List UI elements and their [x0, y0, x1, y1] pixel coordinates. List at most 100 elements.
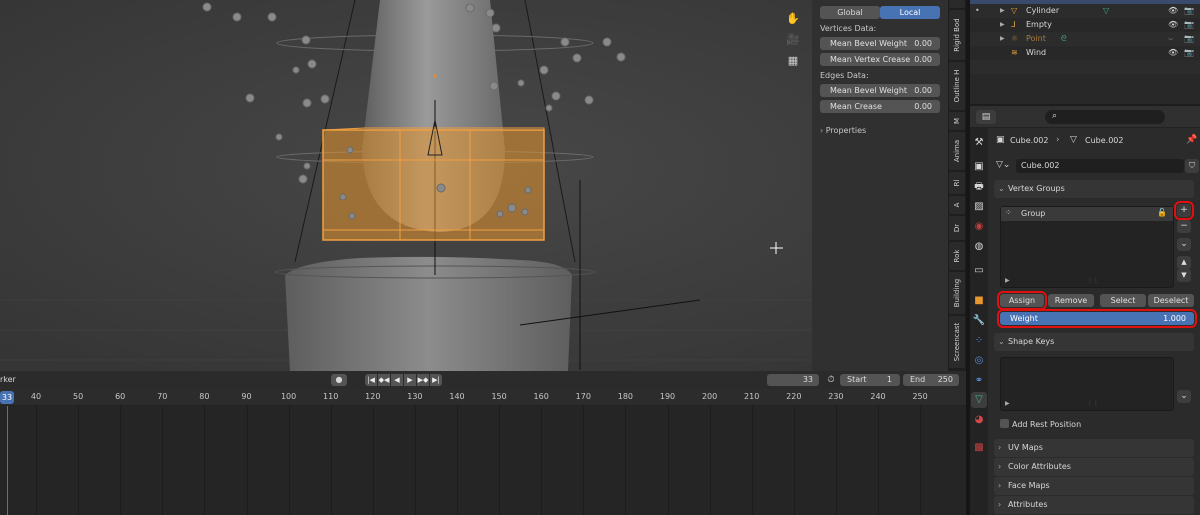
eye-icon[interactable]: 👁 — [1168, 18, 1178, 32]
edge-mean-bevel-weight-field[interactable]: Mean Bevel Weight 0.00 — [820, 84, 940, 97]
remove-button[interactable]: Remove — [1048, 294, 1094, 307]
jump-end-button[interactable]: ▶| — [430, 374, 442, 386]
outliner-item-point[interactable]: ▶ ☼ Point ᘓ ⌣ 📷 — [970, 32, 1200, 46]
tool-icon[interactable]: ⚒ — [971, 135, 987, 151]
keyframe-record-button[interactable]: ● — [331, 374, 347, 386]
vertex-group-row[interactable]: ⁘ Group 🔓 — [1001, 207, 1173, 221]
3d-viewport[interactable]: ✋ 🎥 ▦ Global Local Vertices Data: Mean B… — [0, 0, 948, 371]
shape-keys-panel-header[interactable]: ⌄ Shape Keys — [994, 333, 1194, 351]
resize-grip-icon[interactable]: ⋮⋮ — [1087, 277, 1099, 284]
uv-maps-panel-header[interactable]: › UV Maps — [994, 439, 1194, 457]
camera-render-icon[interactable]: 📷 — [1184, 18, 1194, 32]
eye-icon[interactable]: 👁 — [1168, 46, 1178, 60]
editor-type-icon[interactable]: ▤ — [976, 110, 996, 124]
output-icon[interactable]: 🖶 — [971, 179, 987, 195]
color-attributes-panel-header[interactable]: › Color Attributes — [994, 458, 1194, 476]
tab-a[interactable]: A — [949, 196, 965, 214]
world-icon[interactable]: ◍ — [971, 239, 987, 255]
play-button[interactable]: ▶ — [404, 374, 416, 386]
list-expand-icon[interactable]: ▶ — [1005, 277, 1010, 284]
tab-rigid-body[interactable]: Rigid Bod — [949, 10, 965, 60]
eye-icon[interactable]: 👁 — [1168, 4, 1178, 18]
playhead-line[interactable] — [7, 406, 8, 515]
move-up-button[interactable]: ▲ — [1177, 256, 1191, 269]
camera-render-icon[interactable]: 📷 — [1184, 32, 1194, 46]
current-frame-field[interactable]: 33 — [767, 374, 819, 386]
material-icon[interactable]: ◕ — [971, 412, 987, 428]
collection-icon[interactable]: ▭ — [971, 263, 987, 279]
eye-closed-icon[interactable]: ⌣ — [1168, 32, 1173, 46]
view-layer-icon[interactable]: ▨ — [971, 199, 987, 215]
tab-m[interactable]: M — [949, 112, 965, 130]
render-icon[interactable]: ▣ — [971, 159, 987, 175]
play-reverse-button[interactable]: ◀ — [391, 374, 403, 386]
add-vertex-group-button[interactable]: + — [1174, 201, 1194, 220]
list-expand-icon[interactable]: ▶ — [1005, 400, 1010, 407]
outliner-item-wind[interactable]: ≋ Wind 👁 📷 — [970, 46, 1200, 60]
specials-menu-button[interactable]: ⌄ — [1177, 238, 1191, 251]
modifier-wrench-icon[interactable]: 🔧 — [971, 313, 987, 329]
deselect-button[interactable]: Deselect — [1148, 294, 1194, 307]
weight-slider[interactable]: Weight 1.000 — [997, 309, 1197, 328]
outliner-item-cylinder[interactable]: • ▶ ▽ Cylinder ▽ 👁 📷 — [970, 4, 1200, 18]
texture-icon[interactable]: ▩ — [971, 440, 987, 456]
physics-icon[interactable]: ◎ — [971, 353, 987, 369]
shape-keys-list[interactable]: ▶ ⋮⋮ — [1000, 357, 1174, 411]
add-rest-position-checkbox[interactable] — [1000, 419, 1009, 428]
tab-dr[interactable]: Dr — [949, 216, 965, 240]
mesh-name-field[interactable]: Cube.002 — [1016, 159, 1184, 173]
tab-top[interactable] — [949, 0, 965, 8]
pin-icon[interactable]: 📌 — [1186, 135, 1197, 145]
properties-subpanel[interactable]: › Properties — [820, 126, 866, 135]
tab-outline[interactable]: Outline H — [949, 62, 965, 110]
assign-button[interactable]: Assign — [997, 291, 1047, 310]
remove-vertex-group-button[interactable]: − — [1177, 220, 1191, 233]
pan-hand-icon[interactable]: ✋ — [785, 11, 801, 27]
marker-menu[interactable]: rker — [0, 375, 16, 384]
camera-render-icon[interactable]: 📷 — [1184, 4, 1194, 18]
face-maps-panel-header[interactable]: › Face Maps — [994, 477, 1194, 495]
timeline-ruler[interactable]: 40 50 60 70 80 90 100 110 120 130 140 150 160 170 180 1… — [0, 389, 966, 406]
mean-crease-field[interactable]: Mean Crease 0.00 — [820, 100, 940, 113]
vertex-group-list[interactable]: ⁘ Group 🔓 ▶ ⋮⋮ — [1000, 206, 1174, 288]
camera-render-icon[interactable]: 📷 — [1184, 46, 1194, 60]
outliner-item-empty[interactable]: ▶ ⅃ Empty 👁 📷 — [970, 18, 1200, 32]
object-icon[interactable]: ■ — [971, 293, 987, 309]
timeline-body[interactable] — [0, 406, 966, 515]
camera-view-icon[interactable]: 🎥 — [785, 32, 801, 48]
move-down-button[interactable]: ▼ — [1177, 269, 1191, 282]
viewport-scene[interactable] — [0, 0, 948, 371]
mean-bevel-weight-field[interactable]: Mean Bevel Weight 0.00 — [820, 37, 940, 50]
mesh-datablock-icon[interactable]: ▽⌄ — [996, 160, 1010, 170]
properties-search-input[interactable]: ⌕ — [1045, 110, 1165, 124]
prev-keyframe-button[interactable]: ◆◀ — [378, 374, 390, 386]
mesh-data-tab-icon[interactable]: ▽ — [971, 392, 987, 408]
global-toggle[interactable]: Global — [820, 6, 880, 19]
next-keyframe-button[interactable]: ▶◆ — [417, 374, 429, 386]
fake-user-shield-icon[interactable]: ⛉ — [1185, 159, 1199, 173]
resize-grip-icon[interactable]: ⋮⋮ — [1087, 400, 1099, 407]
end-frame-field[interactable]: End 250 — [903, 374, 959, 386]
jump-start-button[interactable]: |◀ — [365, 374, 377, 386]
stopwatch-icon[interactable]: ⏱ — [824, 374, 838, 386]
expand-arrow-icon[interactable]: ▶ — [1000, 4, 1005, 18]
tab-anima[interactable]: Anima — [949, 132, 965, 170]
tab-building[interactable]: Building — [949, 272, 965, 314]
constraints-icon[interactable]: ⚭ — [971, 373, 987, 389]
playhead-frame-indicator[interactable]: 33 — [0, 391, 14, 404]
mean-vertex-crease-field[interactable]: Mean Vertex Crease 0.00 — [820, 53, 940, 66]
start-frame-field[interactable]: Start 1 — [840, 374, 900, 386]
scene-icon[interactable]: ◉ — [971, 219, 987, 235]
shape-keys-menu-button[interactable]: ⌄ — [1177, 390, 1191, 403]
tab-rok[interactable]: Rok — [949, 242, 965, 270]
particles-icon[interactable]: ⁘ — [971, 333, 987, 349]
tab-screencast[interactable]: Screencast — [949, 316, 965, 368]
expand-arrow-icon[interactable]: ▶ — [1000, 32, 1005, 46]
local-toggle[interactable]: Local — [880, 6, 940, 19]
lock-icon[interactable]: 🔓 — [1157, 208, 1167, 217]
perspective-grid-icon[interactable]: ▦ — [785, 53, 801, 69]
expand-arrow-icon[interactable]: ▶ — [1000, 18, 1005, 32]
select-button[interactable]: Select — [1100, 294, 1146, 307]
tab-rl[interactable]: Rl — [949, 172, 965, 194]
attributes-panel-header[interactable]: › Attributes — [994, 496, 1194, 514]
